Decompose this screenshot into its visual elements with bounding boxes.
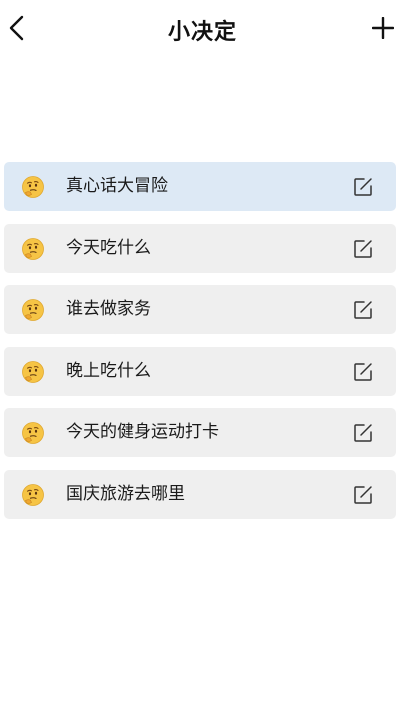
thinking-face-icon bbox=[22, 483, 44, 506]
page-title: 小决定 bbox=[167, 20, 237, 45]
thinking-face-icon bbox=[22, 422, 44, 444]
edit-icon bbox=[354, 485, 372, 504]
list-item[interactable]: 今天吃什么 bbox=[4, 223, 396, 273]
list-item-label: 今天吃什么 bbox=[66, 237, 151, 258]
list-item[interactable]: 今天的健身运动打卡 bbox=[4, 408, 396, 457]
edit-icon bbox=[354, 424, 372, 442]
decision-list: 真心话大冒险 今天吃什么 谁去做家务 晚上吃什么 今天的健身运动打卡 国庆旅游去… bbox=[4, 162, 396, 531]
top-bar: 小决定 bbox=[0, 0, 405, 58]
list-item[interactable]: 国庆旅游去哪里 bbox=[4, 469, 396, 519]
list-item-label: 晚上吃什么 bbox=[66, 360, 151, 381]
edit-button[interactable] bbox=[350, 359, 376, 385]
list-item-label: 谁去做家务 bbox=[66, 299, 151, 319]
edit-icon bbox=[354, 178, 372, 196]
list-item[interactable]: 真心话大冒险 bbox=[4, 162, 396, 211]
list-item[interactable]: 谁去做家务 bbox=[4, 285, 396, 334]
plus-icon bbox=[372, 17, 394, 39]
edit-icon bbox=[354, 362, 372, 381]
edit-icon bbox=[354, 239, 372, 258]
thinking-face-icon bbox=[22, 299, 44, 321]
edit-button[interactable] bbox=[350, 236, 376, 262]
list-item-label: 真心话大冒险 bbox=[66, 176, 168, 196]
list-item[interactable]: 晚上吃什么 bbox=[4, 346, 396, 396]
edit-button[interactable] bbox=[350, 297, 376, 323]
list-item-label: 国庆旅游去哪里 bbox=[66, 483, 185, 504]
thinking-face-icon bbox=[22, 176, 44, 198]
edit-button[interactable] bbox=[350, 174, 376, 200]
list-item-label: 今天的健身运动打卡 bbox=[66, 422, 219, 442]
edit-button[interactable] bbox=[350, 420, 376, 446]
add-button[interactable] bbox=[367, 12, 399, 44]
thinking-face-icon bbox=[22, 237, 44, 260]
edit-icon bbox=[354, 301, 372, 319]
thinking-face-icon bbox=[22, 360, 44, 383]
edit-button[interactable] bbox=[350, 482, 376, 508]
